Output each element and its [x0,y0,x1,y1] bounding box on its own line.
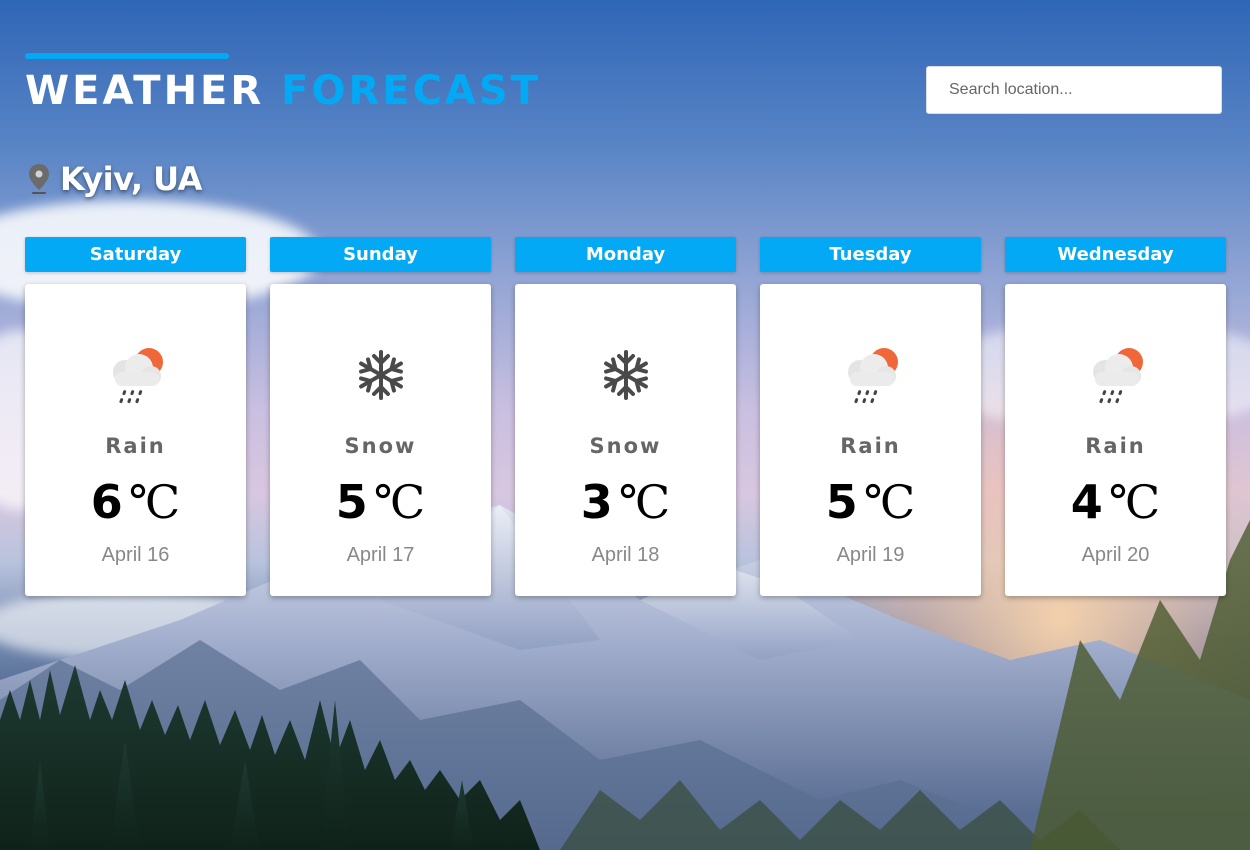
rain-cloud-sun-icon [760,342,981,408]
temperature-value: 3 [580,475,613,529]
forecast-list: Saturday Rain 6 ℃ April 16 Sunday Snow 5… [25,237,1226,596]
day-tab-monday[interactable]: Monday [515,237,736,272]
forecast-day: Monday Snow 3 ℃ April 18 [515,237,736,596]
rain-cloud-sun-icon [25,342,246,408]
forecast-date: April 18 [591,544,660,566]
location-name: Kyiv, UA [60,160,202,198]
forecast-date: April 17 [346,544,415,566]
forecast-day: Wednesday Rain 4 ℃ April 20 [1005,237,1226,596]
map-pin-icon [29,164,49,194]
forecast-day: Sunday Snow 5 ℃ April 17 [270,237,491,596]
temperature-value: 5 [825,475,858,529]
day-tab-sunday[interactable]: Sunday [270,237,491,272]
location-display: Kyiv, UA [28,160,202,198]
day-tab-saturday[interactable]: Saturday [25,237,246,272]
forecast-date: April 20 [1081,544,1150,566]
forecast-day: Tuesday Rain 5 ℃ April 19 [760,237,981,596]
temperature: 5 ℃ [270,472,491,532]
rain-cloud-sun-icon [1005,342,1226,408]
temperature-unit: ℃ [373,475,426,529]
forecast-card[interactable]: Snow 3 ℃ April 18 [515,284,736,596]
condition-label: Rain [105,434,166,458]
temperature: 6 ℃ [25,472,246,532]
temperature: 4 ℃ [1005,472,1226,532]
forecast-date: April 16 [101,544,170,566]
forecast-day: Saturday Rain 6 ℃ April 16 [25,237,246,596]
condition-label: Snow [344,434,417,458]
forecast-date: April 19 [836,544,905,566]
temperature-value: 6 [90,475,123,529]
forecast-card[interactable]: Snow 5 ℃ April 17 [270,284,491,596]
condition-label: Rain [1085,434,1146,458]
title-weather: WEATHER [25,68,265,114]
temperature-value: 5 [335,475,368,529]
temperature-value: 4 [1070,475,1103,529]
search-location-input[interactable] [926,66,1222,114]
snowflake-icon [515,342,736,408]
temperature: 5 ℃ [760,472,981,532]
temperature-unit: ℃ [1108,475,1161,529]
condition-label: Rain [840,434,901,458]
snowflake-icon [270,342,491,408]
page-title: WEATHER FORECAST [25,66,541,116]
condition-label: Snow [589,434,662,458]
day-tab-tuesday[interactable]: Tuesday [760,237,981,272]
forecast-card[interactable]: Rain 5 ℃ April 19 [760,284,981,596]
day-tab-wednesday[interactable]: Wednesday [1005,237,1226,272]
title-forecast: FORECAST [281,68,541,114]
temperature-unit: ℃ [863,475,916,529]
temperature-unit: ℃ [618,475,671,529]
temperature: 3 ℃ [515,472,736,532]
temperature-unit: ℃ [128,475,181,529]
forecast-card[interactable]: Rain 4 ℃ April 20 [1005,284,1226,596]
title-accent-bar [25,53,229,59]
forecast-card[interactable]: Rain 6 ℃ April 16 [25,284,246,596]
